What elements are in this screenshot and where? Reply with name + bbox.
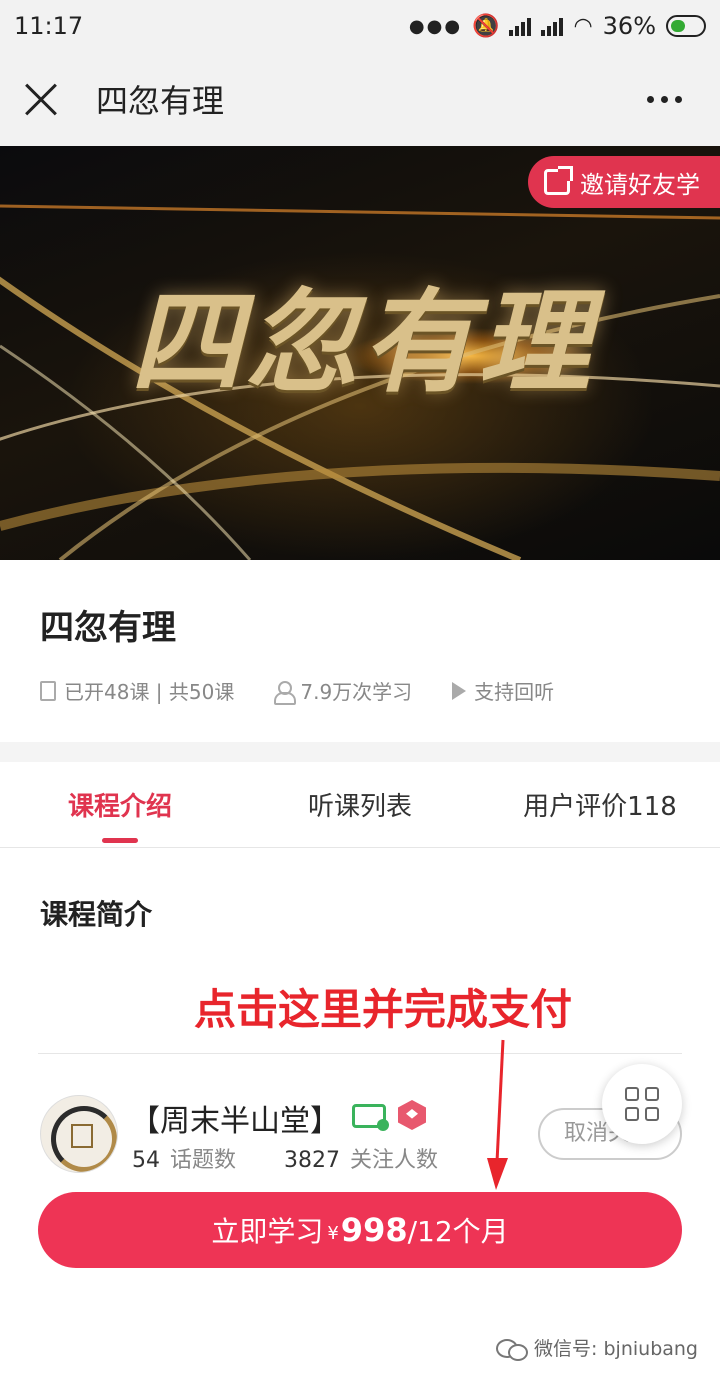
section-divider [0,742,720,762]
battery-percent: 36% [602,12,656,40]
followers-count: 3827 [284,1148,341,1173]
banner-title: 四忽有理 [130,277,594,408]
play-icon [452,681,467,700]
grid-menu-icon[interactable] [602,1064,682,1144]
book-icon [40,680,56,701]
lessons-text: 已开48课 | 共50课 [64,680,235,704]
signal-2-icon [541,16,564,36]
wechat-icon [496,1337,529,1361]
price: 998 [340,1211,408,1249]
author-stats: 54 话题数 3827 关注人数 [132,1142,438,1174]
price-period: /12个月 [407,1215,509,1248]
followers-stat: 3827 关注人数 [284,1142,438,1174]
battery-icon [666,15,706,37]
user-icon [274,680,297,705]
buy-label: 立即学习 [211,1215,324,1248]
mute-bell-icon: 🔕 [472,13,500,39]
section-title-intro: 课程简介 [40,898,153,931]
share-icon [544,166,573,195]
tab-user-reviews[interactable]: 用户评价118 [480,762,720,847]
invite-friends-button[interactable]: 邀请好友学 [528,156,720,208]
course-banner: 四忽有理 邀请好友学 [0,146,720,560]
tab-lesson-list[interactable]: 听课列表 [240,762,480,847]
wifi-icon: ◠ [573,13,593,39]
status-icons: ●●● 🔕 ◠ 36% [409,12,706,40]
course-meta: 已开48课 | 共50课 7.9万次学习 支持回听 [40,676,594,705]
level-badge-icon [398,1100,426,1130]
nav-bar: 四忽有理 [0,52,720,146]
topics-label: 话题数 [170,1148,237,1173]
topics-stat: 54 话题数 [132,1142,236,1174]
close-icon[interactable] [24,82,58,116]
page-title: 四忽有理 [96,82,225,120]
course-tabs: 课程介绍 听课列表 用户评价118 [0,762,720,848]
status-bar: 11:17 ●●● 🔕 ◠ 36% [0,0,720,52]
more-menu-icon[interactable] [647,95,682,103]
buy-button[interactable]: 立即学习 ¥ 998 /12个月 [38,1192,682,1268]
replay-text: 支持回听 [474,680,555,704]
invite-label: 邀请好友学 [580,170,700,199]
learners-meta: 7.9万次学习 [274,676,412,705]
signal-icon [509,16,532,36]
followers-label: 关注人数 [350,1148,439,1173]
divider-line [38,1053,682,1054]
replay-meta: 支持回听 [452,676,554,705]
annotation-text: 点击这里并完成支付 [194,985,573,1034]
author-name[interactable]: 【周末半山堂】 [130,1096,340,1140]
tab-course-intro[interactable]: 课程介绍 [0,762,240,847]
currency-symbol: ¥ [327,1222,339,1244]
verified-id-icon [352,1104,389,1131]
learners-text: 7.9万次学习 [300,680,413,704]
course-title: 四忽有理 [40,608,176,648]
watermark: 微信号: bjniubang [496,1334,698,1361]
lessons-meta: 已开48课 | 共50课 [40,676,234,705]
author-avatar[interactable] [40,1095,118,1173]
watermark-text: 微信号: bjniubang [534,1338,698,1360]
topics-count: 54 [132,1148,160,1173]
status-time: 11:17 [14,12,84,40]
more-notifications-icon: ●●● [408,15,463,37]
